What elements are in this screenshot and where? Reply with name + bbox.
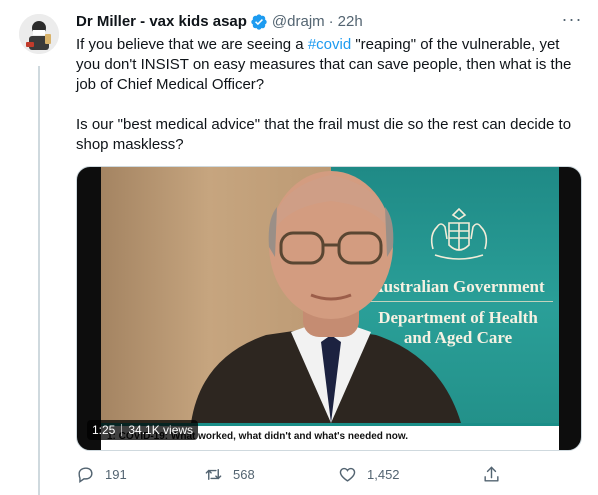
verified-badge-icon <box>250 13 268 31</box>
like-button[interactable]: 1,452 <box>338 463 400 485</box>
hashtag-link[interactable]: #covid <box>308 36 351 53</box>
retweet-count: 568 <box>233 466 255 482</box>
share-button[interactable] <box>482 463 501 485</box>
reply-button[interactable]: 191 <box>76 463 127 485</box>
video-stats-badge: 1:25 34.1K views <box>87 420 199 440</box>
badge-divider <box>121 424 123 436</box>
more-options-icon[interactable]: ··· <box>560 10 584 32</box>
tweet-actions: 191 568 1,452 <box>76 463 506 485</box>
tweet-timestamp[interactable]: 22h <box>338 12 363 32</box>
tweet-text-part-1: If you believe that we are seeing a <box>76 36 308 53</box>
tweet-paragraph-1: If you believe that we are seeing a #cov… <box>76 35 586 95</box>
tweet-header: Dr Miller - vax kids asap @drajm · 22h <box>76 12 363 32</box>
video-views: 34.1K views <box>128 423 194 437</box>
separator-dot: · <box>328 13 334 30</box>
video-duration: 1:25 <box>92 423 116 437</box>
tweet-text: If you believe that we are seeing a #cov… <box>76 35 586 155</box>
user-handle[interactable]: @drajm <box>272 12 325 32</box>
avatar[interactable] <box>19 14 59 54</box>
thread-line <box>38 66 40 495</box>
avatar-image <box>19 14 59 54</box>
video-player[interactable]: Australian Government Department of Heal… <box>76 166 582 451</box>
tweet-paragraph-2: Is our "best medical advice" that the fr… <box>76 116 572 153</box>
heart-icon <box>339 467 356 482</box>
display-name[interactable]: Dr Miller - vax kids asap <box>76 12 247 32</box>
share-icon <box>484 466 499 482</box>
video-frame: Australian Government Department of Heal… <box>101 167 559 423</box>
reply-icon <box>78 466 93 483</box>
retweet-icon <box>205 468 222 480</box>
like-count: 1,452 <box>367 466 400 482</box>
retweet-button[interactable]: 568 <box>204 463 255 485</box>
speaker-figure <box>191 171 461 423</box>
reply-count: 191 <box>105 466 127 482</box>
